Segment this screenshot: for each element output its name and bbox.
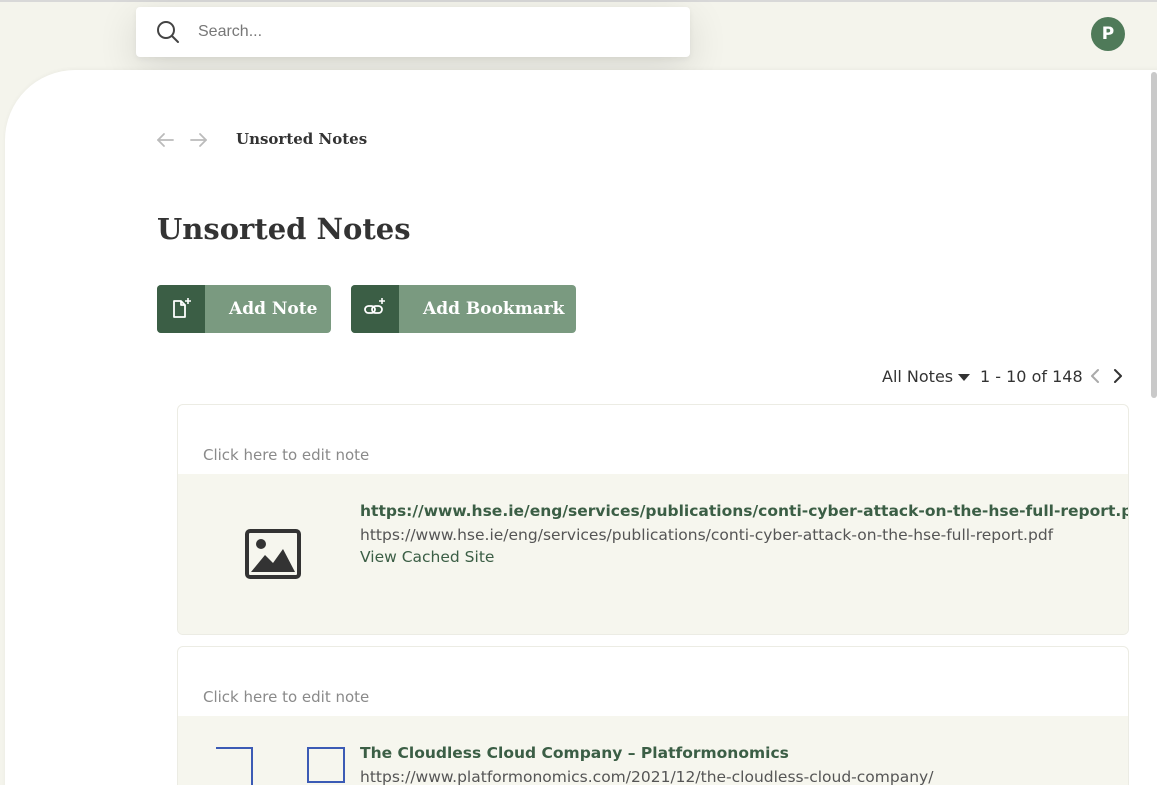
prev-page-icon[interactable] xyxy=(1086,366,1104,386)
bookmark-title[interactable]: https://www.hse.ie/eng/services/publicat… xyxy=(360,502,1128,520)
note-card: Click here to edit note https://www.hse.… xyxy=(177,404,1129,635)
filter-label: All Notes xyxy=(882,367,954,386)
avatar[interactable]: P xyxy=(1091,17,1125,51)
notes-filter-dropdown[interactable]: All Notes xyxy=(882,367,971,386)
site-thumbnail-icon xyxy=(216,747,345,785)
breadcrumb: Unsorted Notes xyxy=(236,130,368,148)
add-bookmark-icon-wrap xyxy=(351,285,399,333)
bookmark-url: https://www.hse.ie/eng/services/publicat… xyxy=(360,526,1054,544)
page-title: Unsorted Notes xyxy=(157,212,411,246)
add-bookmark-label: Add Bookmark xyxy=(423,299,565,319)
note-card: Click here to edit note The Cloudless Cl… xyxy=(177,646,1129,785)
caret-down-icon xyxy=(958,373,971,381)
note-edit-prompt[interactable]: Click here to edit note xyxy=(203,446,369,464)
note-edit-prompt[interactable]: Click here to edit note xyxy=(203,688,369,706)
forward-arrow-icon[interactable] xyxy=(189,130,209,150)
bookmark-preview: https://www.hse.ie/eng/services/publicat… xyxy=(178,474,1128,634)
top-border xyxy=(0,0,1157,2)
back-arrow-icon[interactable] xyxy=(155,130,175,150)
add-note-label: Add Note xyxy=(229,299,318,319)
add-note-button[interactable]: Add Note xyxy=(157,285,331,333)
bookmark-url: https://www.platformonomics.com/2021/12/… xyxy=(360,768,934,785)
view-cached-link[interactable]: View Cached Site xyxy=(360,548,494,566)
search-icon xyxy=(157,21,179,43)
add-note-icon-wrap xyxy=(157,285,205,333)
next-page-icon[interactable] xyxy=(1109,366,1127,386)
file-plus-icon xyxy=(173,298,191,318)
image-placeholder-icon xyxy=(245,529,301,579)
add-bookmark-button[interactable]: Add Bookmark xyxy=(351,285,576,333)
search-input[interactable] xyxy=(198,17,668,47)
scrollbar[interactable] xyxy=(1151,72,1157,398)
pagination-range: 1 - 10 of 148 xyxy=(980,367,1083,386)
search-bar[interactable] xyxy=(136,7,690,57)
bookmark-preview: The Cloudless Cloud Company – Platformon… xyxy=(178,716,1128,785)
link-plus-icon xyxy=(364,298,385,314)
bookmark-title[interactable]: The Cloudless Cloud Company – Platformon… xyxy=(360,744,789,762)
